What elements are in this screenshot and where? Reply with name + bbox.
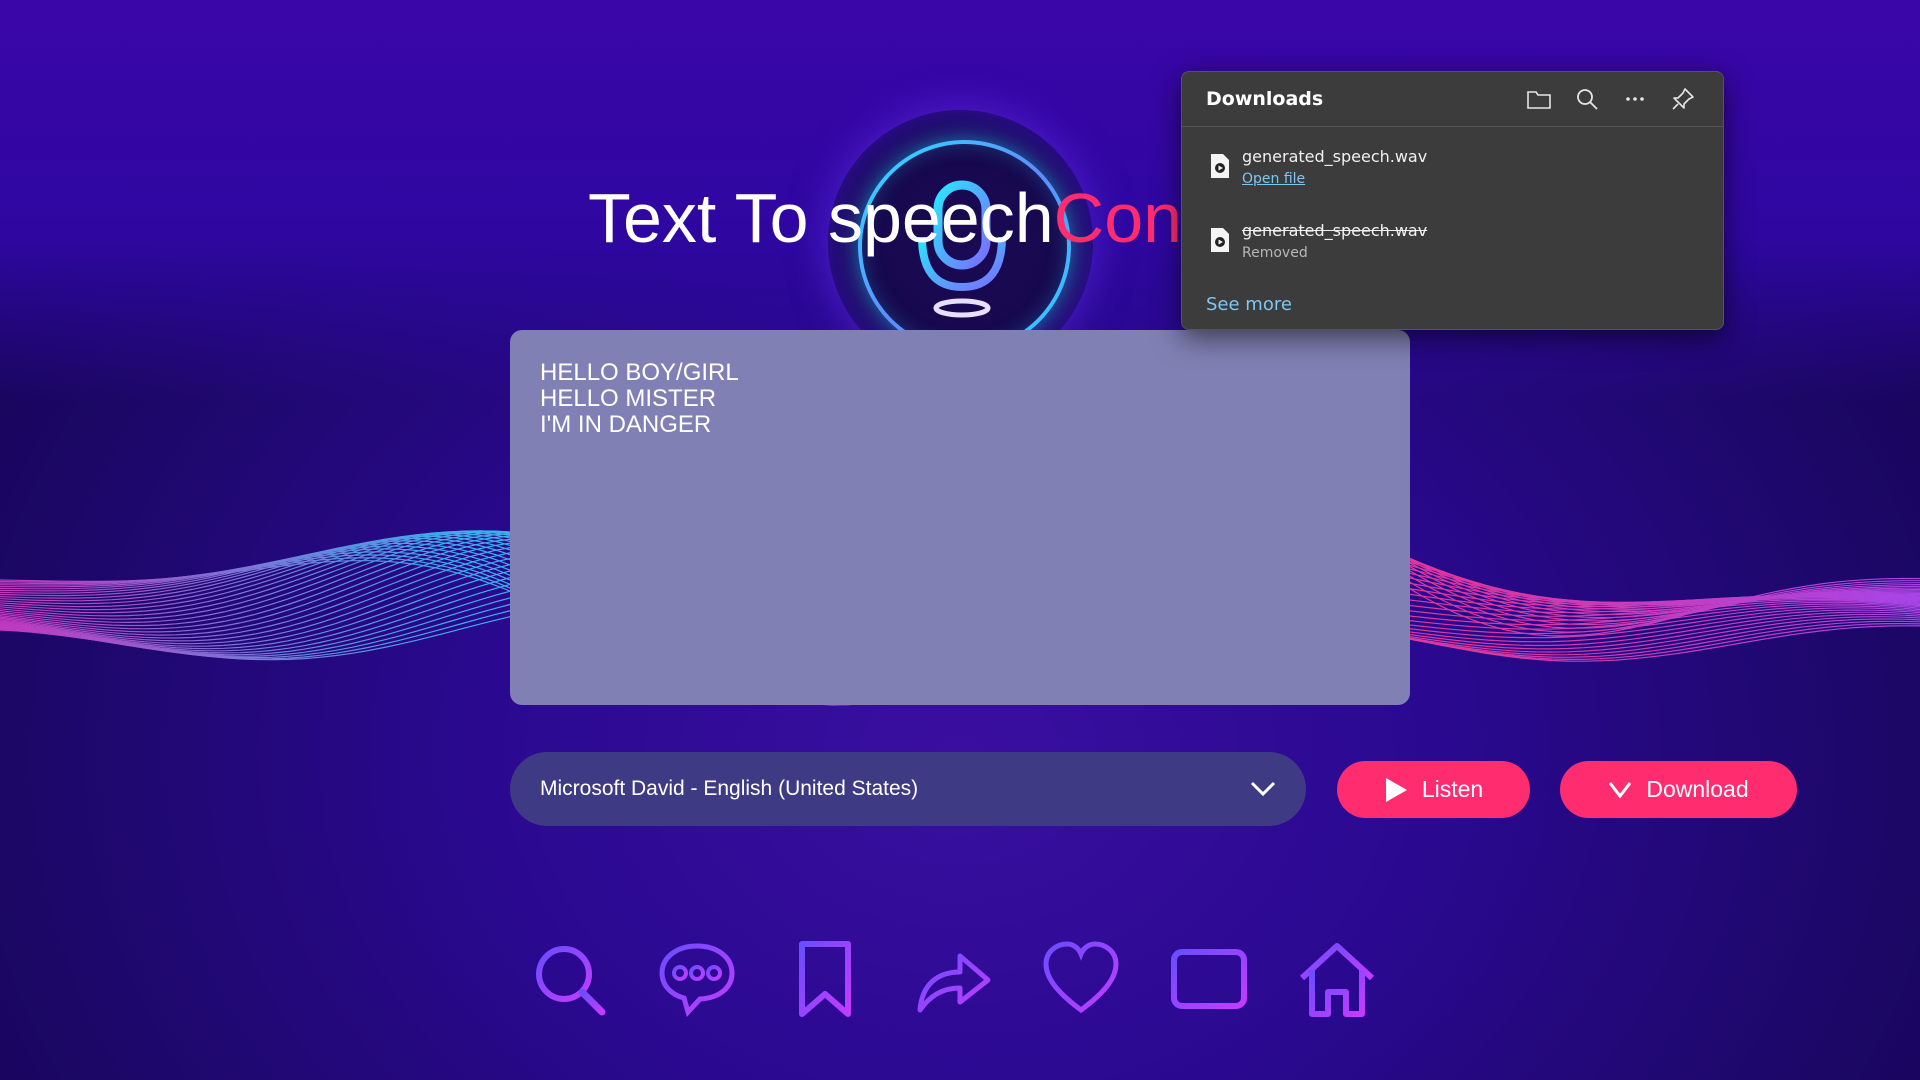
- download-button-label: Download: [1646, 776, 1749, 802]
- text-input-area[interactable]: HELLO BOY/GIRL HELLO MISTER I'M IN DANGE…: [510, 330, 1410, 705]
- chevron-down-icon: [1250, 781, 1276, 797]
- pin-icon[interactable]: [1670, 86, 1696, 112]
- folder-icon[interactable]: [1526, 86, 1552, 112]
- downloads-header: Downloads: [1182, 72, 1723, 127]
- play-icon: [1385, 777, 1407, 802]
- see-more-link[interactable]: See more: [1206, 294, 1292, 315]
- open-file-link[interactable]: Open file: [1242, 171, 1305, 187]
- text-line: HELLO BOY/GIRL: [540, 359, 739, 386]
- file-name: generated_speech.wav: [1242, 221, 1428, 240]
- search-icon[interactable]: [1574, 86, 1600, 112]
- downloads-title: Downloads: [1206, 88, 1324, 110]
- text-line: I'M IN DANGER: [540, 411, 712, 438]
- downloads-panel: Downloads generated_speech.wav Open file…: [1181, 71, 1724, 330]
- home-icon[interactable]: [1298, 940, 1376, 1018]
- add-icon[interactable]: [1170, 940, 1248, 1018]
- voice-select[interactable]: Microsoft David - English (United States…: [510, 752, 1306, 826]
- voice-select-value: Microsoft David - English (United States…: [540, 777, 919, 800]
- text-line: HELLO MISTER: [540, 385, 717, 412]
- bottom-nav: [530, 940, 1390, 1025]
- file-name: generated_speech.wav: [1242, 147, 1428, 166]
- heart-icon[interactable]: [1042, 940, 1120, 1018]
- chevron-down-icon: [1609, 781, 1632, 798]
- listen-button[interactable]: Listen: [1337, 761, 1530, 818]
- listen-button-label: Listen: [1421, 776, 1484, 802]
- page-title: Text To speechConv: [588, 178, 1217, 258]
- download-item[interactable]: generated_speech.wav Open file: [1182, 139, 1723, 199]
- download-button[interactable]: Download: [1560, 761, 1797, 818]
- file-status: Removed: [1242, 245, 1308, 261]
- bookmark-icon[interactable]: [786, 940, 864, 1018]
- title-main: Text To speech: [588, 179, 1054, 257]
- chat-icon[interactable]: [658, 940, 736, 1018]
- audio-file-icon: [1211, 154, 1229, 178]
- audio-file-icon: [1211, 228, 1229, 252]
- share-icon[interactable]: [914, 940, 992, 1018]
- download-item[interactable]: generated_speech.wav Removed: [1182, 213, 1723, 273]
- more-options-icon[interactable]: [1622, 86, 1648, 112]
- search-icon[interactable]: [530, 940, 608, 1018]
